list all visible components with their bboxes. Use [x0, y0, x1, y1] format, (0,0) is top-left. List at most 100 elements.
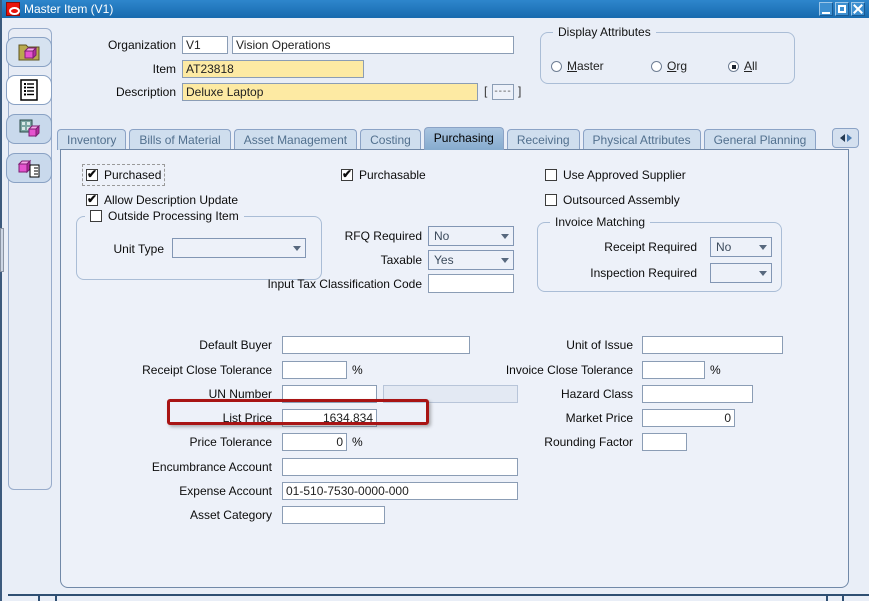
radio-all[interactable]: All — [728, 59, 757, 73]
item-folder-icon — [18, 44, 40, 61]
taxable-label: Taxable — [380, 253, 422, 267]
unit-of-issue-label: Unit of Issue — [566, 338, 633, 352]
taxable-select[interactable]: Yes — [428, 250, 514, 270]
scroll-right-icon — [846, 134, 856, 142]
unit-type-label: Unit Type — [113, 242, 164, 256]
unit-type-select[interactable] — [172, 238, 306, 258]
organization-code-field[interactable] — [182, 36, 228, 54]
inspection-required-label: Inspection Required — [590, 266, 697, 280]
tab-bills-of-material[interactable]: Bills of Material — [129, 129, 231, 150]
outside-processing-item-checkbox[interactable]: Outside Processing Item — [85, 209, 244, 223]
rounding-factor-field[interactable] — [642, 433, 687, 451]
invoice-close-tolerance-label: Invoice Close Tolerance — [505, 363, 633, 377]
input-tax-classification-code-field[interactable] — [428, 274, 514, 293]
organization-label: Organization — [107, 38, 176, 52]
radio-master[interactable]: Master — [551, 59, 604, 73]
master-item-window: Master Item (V1) Organization V1 Vision … — [0, 0, 869, 601]
tab-inventory[interactable]: Inventory — [57, 129, 127, 150]
invoice-close-tolerance-field[interactable] — [642, 361, 705, 379]
radio-icon — [651, 60, 662, 72]
chevron-down-icon — [293, 246, 301, 255]
mdi-tick — [826, 596, 828, 601]
expense-account-label: Expense Account — [179, 484, 272, 498]
hazard-class-field[interactable] — [642, 385, 753, 403]
item-catalog-button[interactable] — [6, 153, 52, 183]
tab-bar: Inventory Bills of Material Asset Manage… — [57, 127, 819, 150]
tab-scroll-button[interactable] — [832, 128, 859, 148]
purchasable-checkbox[interactable]: Purchasable — [341, 168, 426, 182]
price-tolerance-field[interactable] — [282, 433, 347, 451]
item-catalog-icon — [17, 159, 40, 178]
list-price-label: List Price — [222, 411, 272, 425]
unit-of-issue-field[interactable] — [642, 336, 783, 354]
tab-asset-management[interactable]: Asset Management — [233, 129, 358, 150]
hazard-class-label: Hazard Class — [560, 387, 633, 401]
receipt-required-label: Receipt Required — [604, 240, 697, 254]
maximize-icon — [838, 5, 846, 13]
outsourced-assembly-checkbox[interactable]: Outsourced Assembly — [545, 193, 680, 207]
item-folder-button[interactable] — [6, 37, 52, 67]
encumbrance-account-field[interactable] — [282, 458, 518, 476]
item-list-button[interactable] — [6, 75, 52, 105]
rounding-factor-label: Rounding Factor — [544, 435, 633, 449]
price-tolerance-label: Price Tolerance — [189, 435, 273, 449]
un-number-field[interactable] — [282, 385, 377, 403]
organization-name-field[interactable] — [232, 36, 514, 54]
mdi-bottom-edge — [8, 594, 869, 596]
scroll-left-icon — [836, 134, 845, 142]
maximize-button[interactable] — [835, 2, 849, 16]
org-item-icon — [19, 119, 41, 138]
tab-receiving[interactable]: Receiving — [506, 129, 580, 150]
item-field[interactable] — [182, 60, 364, 78]
radio-icon — [551, 60, 562, 72]
rfq-required-select[interactable]: No — [428, 226, 514, 246]
default-buyer-label: Default Buyer — [199, 338, 272, 352]
invoice-matching-title: Invoice Matching — [550, 215, 651, 229]
tab-physical-attributes[interactable]: Physical Attributes — [582, 129, 701, 150]
minimize-button[interactable] — [819, 2, 833, 16]
mdi-tick — [842, 596, 844, 601]
checkbox-checked-icon — [341, 169, 353, 181]
list-price-field[interactable] — [282, 409, 377, 427]
mdi-tick — [38, 596, 40, 601]
display-attributes-group: Display Attributes Master Org All — [540, 25, 795, 84]
close-button[interactable] — [851, 2, 865, 16]
input-tax-classification-code-label: Input Tax Classification Code — [267, 277, 422, 291]
org-item-button[interactable] — [6, 114, 52, 144]
asset-category-field[interactable] — [282, 506, 385, 524]
percent-suffix: % — [352, 435, 363, 449]
radio-org[interactable]: Org — [651, 59, 687, 73]
chevron-down-icon — [501, 258, 509, 267]
un-number-label: UN Number — [208, 387, 272, 401]
inspection-required-select[interactable] — [710, 263, 772, 283]
tab-general-planning[interactable]: General Planning — [703, 129, 817, 150]
asset-category-label: Asset Category — [189, 508, 272, 522]
receipt-close-tolerance-field[interactable] — [282, 361, 347, 379]
minimize-icon — [822, 11, 830, 14]
market-price-field[interactable] — [642, 409, 735, 427]
tab-costing[interactable]: Costing — [360, 129, 421, 150]
flexfield-close-bracket: ] — [518, 84, 522, 98]
mdi-tick — [55, 596, 57, 601]
title-bar[interactable]: Master Item (V1) — [2, 0, 869, 18]
sidebar-tab-strip — [6, 28, 52, 490]
expense-account-field[interactable] — [282, 482, 518, 500]
chevron-down-icon — [501, 234, 509, 243]
encumbrance-account-label: Encumbrance Account — [151, 460, 272, 474]
checkbox-checked-icon — [86, 169, 98, 181]
rfq-required-label: RFQ Required — [344, 229, 422, 243]
default-buyer-field[interactable] — [282, 336, 470, 354]
tab-purchasing[interactable]: Purchasing — [423, 127, 504, 150]
description-field[interactable] — [182, 83, 478, 101]
descriptive-flexfield-button[interactable]: ---- — [492, 84, 514, 100]
item-list-icon — [20, 79, 38, 101]
percent-suffix: % — [352, 363, 363, 377]
receipt-required-select[interactable]: No — [710, 237, 772, 257]
oracle-logo-icon — [6, 2, 20, 16]
use-approved-supplier-checkbox[interactable]: Use Approved Supplier — [545, 168, 686, 182]
mdi-left-edge — [0, 0, 2, 601]
purchased-checkbox[interactable]: Purchased — [81, 164, 166, 186]
chevron-down-icon — [759, 271, 767, 280]
allow-description-update-checkbox[interactable]: Allow Description Update — [86, 193, 238, 207]
radio-selected-icon — [728, 60, 739, 72]
